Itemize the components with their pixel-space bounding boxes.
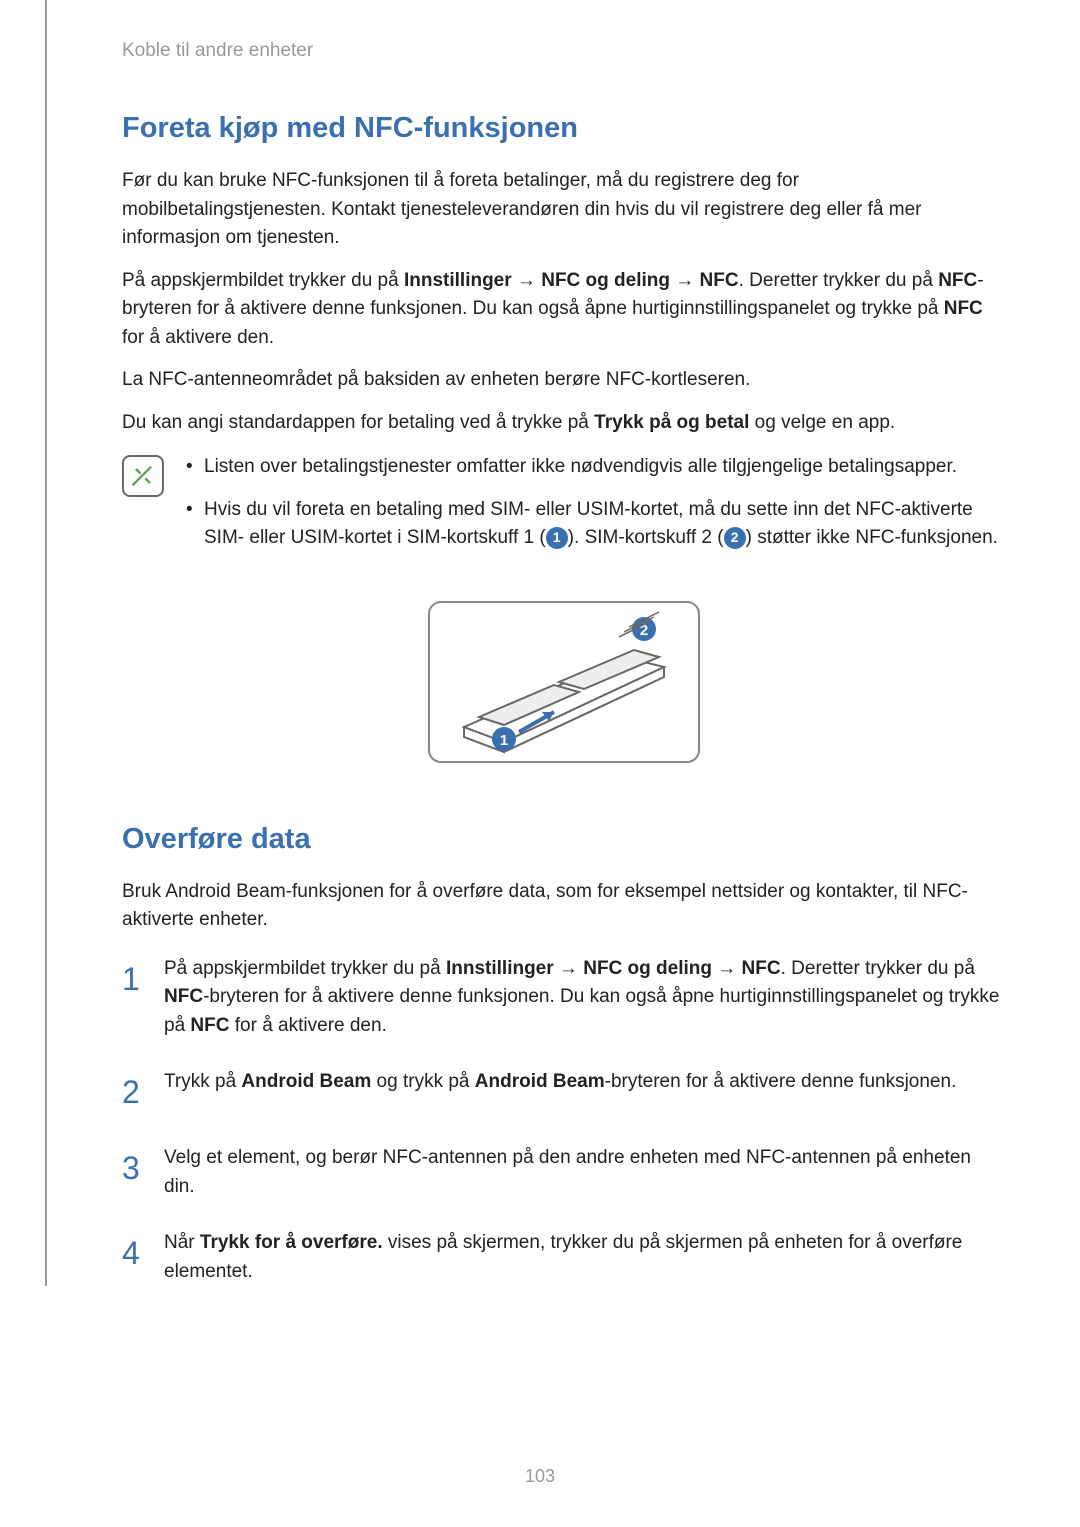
section-heading-transfer-data: Overføre data [122, 823, 1005, 856]
note-block: •Listen over betalingstjenester omfatter… [122, 453, 1005, 567]
paragraph: Bruk Android Beam-funksjonen for å overf… [122, 878, 1005, 935]
step-item: 2 Trykk på Android Beam og trykk på Andr… [122, 1068, 1005, 1116]
page-number: 103 [0, 1466, 1080, 1487]
paragraph: Du kan angi standardappen for betaling v… [122, 409, 1005, 438]
section-heading-nfc-purchase: Foreta kjøp med NFC-funksjonen [122, 112, 1005, 145]
page-content: Koble til andre enheter Foreta kjøp med … [45, 0, 1080, 1286]
step-number: 1 [122, 955, 146, 1041]
step-number: 4 [122, 1229, 146, 1286]
sim-badge-2: 2 [724, 527, 746, 549]
step-number: 3 [122, 1144, 146, 1201]
paragraph: På appskjermbildet trykker du på Innstil… [122, 267, 1005, 353]
step-item: 1 På appskjermbildet trykker du på Innst… [122, 955, 1005, 1041]
breadcrumb: Koble til andre enheter [122, 40, 1005, 62]
svg-text:1: 1 [499, 732, 507, 749]
paragraph: Før du kan bruke NFC-funksjonen til å fo… [122, 167, 1005, 253]
note-item: • Hvis du vil foreta en betaling med SIM… [186, 496, 1005, 553]
sim-badge-1: 1 [546, 527, 568, 549]
note-icon [122, 455, 164, 497]
note-item: •Listen over betalingstjenester omfatter… [186, 453, 1005, 482]
step-item: 3 Velg et element, og berør NFC-antennen… [122, 1144, 1005, 1201]
paragraph: La NFC-antenneområdet på baksiden av enh… [122, 366, 1005, 395]
steps-list: 1 På appskjermbildet trykker du på Innst… [122, 955, 1005, 1287]
step-number: 2 [122, 1068, 146, 1116]
note-list: •Listen over betalingstjenester omfatter… [186, 453, 1005, 567]
step-item: 4 Når Trykk for å overføre. vises på skj… [122, 1229, 1005, 1286]
sim-tray-figure: 1 2 [122, 597, 1005, 773]
